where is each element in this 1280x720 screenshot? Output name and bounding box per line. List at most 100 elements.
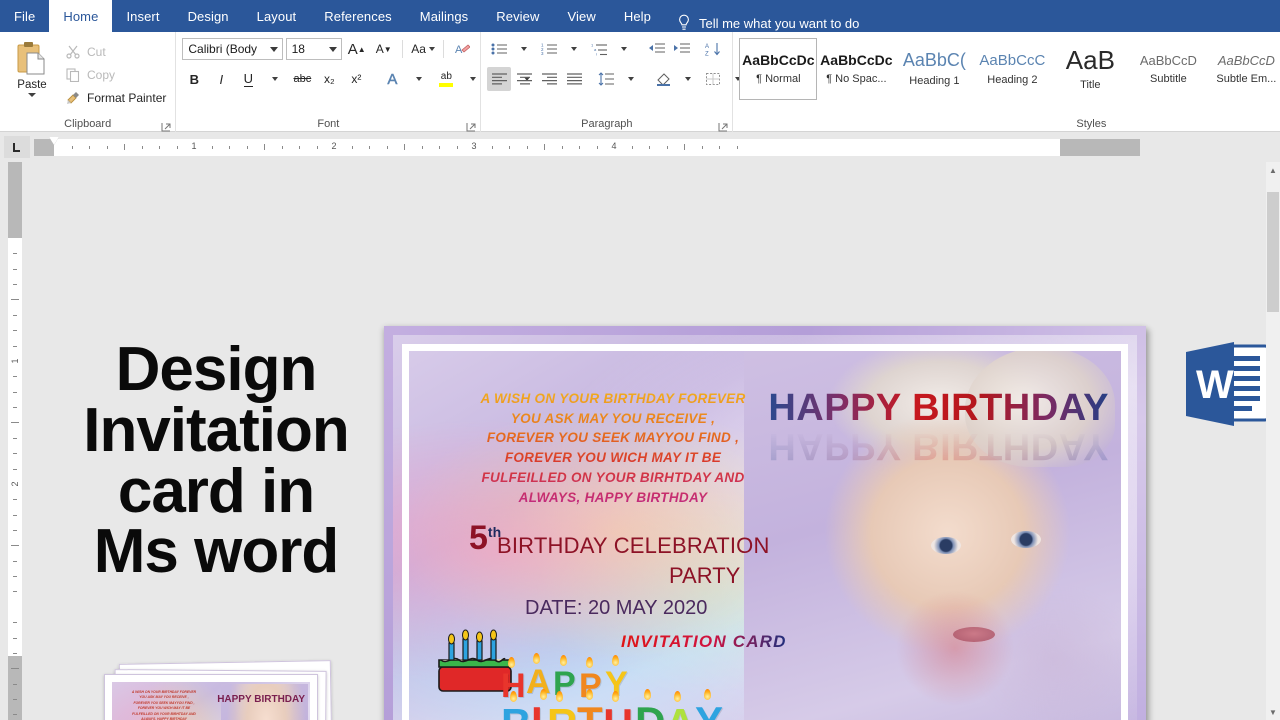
tab-insert[interactable]: Insert: [112, 0, 173, 32]
document-workspace: 12 Design Invitation card in Ms word A W…: [0, 162, 1280, 720]
grow-font-button[interactable]: A ▲: [345, 37, 369, 61]
first-line-indent-marker[interactable]: [49, 136, 59, 145]
sort-button[interactable]: AZ: [701, 37, 725, 61]
style-name: Heading 1: [909, 75, 960, 87]
tab-layout[interactable]: Layout: [243, 0, 311, 32]
style-heading-2[interactable]: AaBbCcC Heading 2: [973, 38, 1051, 100]
subscript-button[interactable]: x₂: [317, 67, 341, 91]
vertical-scrollbar[interactable]: ▲ ▼: [1266, 162, 1280, 720]
invitation-card[interactable]: A WISH ON YOUR BIRTHDAY FOREVER YOU ASK …: [384, 326, 1146, 720]
text-effects-button[interactable]: A: [380, 67, 404, 91]
card-happy-birthday-heading: HAPPY BIRTHDAY: [768, 387, 1109, 429]
chevron-down-icon: [416, 77, 423, 81]
italic-button[interactable]: I: [209, 67, 233, 91]
font-name-combo[interactable]: Calibri (Body: [182, 38, 283, 60]
highlight-button[interactable]: ab: [434, 67, 458, 91]
style-subtle-emphasis[interactable]: AaBbCcD Subtle Em...: [1207, 38, 1280, 100]
tell-me-search[interactable]: Tell me what you want to do: [677, 14, 859, 32]
style-subtitle[interactable]: AaBbCcD Subtitle: [1129, 38, 1207, 100]
copy-label: Copy: [87, 68, 116, 82]
style-no-spacing[interactable]: AaBbCcDc ¶ No Spac...: [817, 38, 895, 100]
document-page[interactable]: Design Invitation card in Ms word A WISH…: [26, 162, 1280, 720]
ruler-tick: [456, 145, 458, 149]
chevron-down-icon: [621, 47, 628, 51]
align-right-button[interactable]: [537, 67, 561, 91]
multilevel-options-button[interactable]: [612, 37, 636, 61]
tell-me-label: Tell me what you want to do: [698, 15, 860, 31]
change-case-button[interactable]: Aa: [409, 37, 438, 61]
bullets-button[interactable]: [487, 37, 511, 61]
strikethrough-button[interactable]: abc: [290, 67, 314, 91]
cut-button[interactable]: Cut: [62, 42, 169, 62]
ruler-tick: [439, 145, 440, 149]
highlight-label: ab: [440, 70, 452, 82]
justify-button[interactable]: [562, 67, 586, 91]
font-size-combo[interactable]: 18: [285, 38, 342, 60]
tab-label: Review: [496, 8, 540, 24]
underline-button[interactable]: U: [236, 67, 260, 91]
style-normal[interactable]: AaBbCcDc ¶ Normal: [739, 38, 818, 100]
text-effects-options-button[interactable]: [407, 67, 431, 91]
bullets-options-button[interactable]: [512, 37, 536, 61]
superscript-button[interactable]: x²: [344, 67, 368, 91]
card-content: A WISH ON YOUR BIRTHDAY FOREVER YOU ASK …: [409, 351, 1121, 720]
horizontal-ruler[interactable]: 1 2 3 4: [34, 136, 1140, 156]
clear-formatting-button[interactable]: A: [450, 37, 474, 61]
paste-button[interactable]: Paste: [6, 38, 58, 108]
vruler-tick: [11, 545, 19, 547]
card-thumbnail-stack[interactable]: A WISH ON YOUR BIRTHDAY FOREVER YOU ASK M…: [104, 660, 336, 720]
overlay-title-line: Design: [115, 335, 318, 404]
clipboard-dialog-launcher[interactable]: [161, 119, 171, 132]
ruler-number: 1: [191, 140, 197, 151]
copy-button[interactable]: Copy: [62, 65, 169, 85]
tab-references[interactable]: References: [310, 0, 405, 32]
numbering-options-button[interactable]: [562, 37, 586, 61]
font-dialog-launcher[interactable]: [466, 119, 476, 132]
format-painter-button[interactable]: Format Painter: [62, 88, 169, 108]
paragraph-dialog-launcher[interactable]: [718, 119, 728, 132]
tab-mailings[interactable]: Mailings: [406, 0, 482, 32]
vruler-tick: [13, 253, 17, 255]
multilevel-list-button[interactable]: 1ai: [587, 37, 611, 61]
align-left-button[interactable]: [487, 67, 512, 91]
increase-indent-button[interactable]: [669, 37, 693, 61]
shading-button[interactable]: [651, 67, 675, 91]
vertical-ruler[interactable]: 12: [8, 162, 22, 720]
ruler-tick: [106, 145, 108, 149]
align-center-button[interactable]: [512, 67, 536, 91]
tab-review[interactable]: Review: [482, 0, 553, 32]
vruler-tick: [13, 314, 17, 316]
tab-view[interactable]: View: [553, 0, 609, 32]
ribbon: Paste Cut Copy Format Painter Clipboard …: [0, 32, 1280, 132]
tab-design[interactable]: Design: [174, 0, 243, 32]
style-heading-1[interactable]: AaBbC( Heading 1: [895, 38, 973, 100]
paste-label: Paste: [17, 79, 47, 91]
chevron-down-icon: [428, 47, 435, 51]
vruler-tick: [13, 714, 17, 716]
ruler-tick: [141, 145, 143, 149]
shrink-font-button[interactable]: A ▼: [372, 37, 396, 61]
overlay-title-line: Ms word: [93, 517, 339, 587]
underline-options-button[interactable]: [263, 67, 287, 91]
tab-help[interactable]: Help: [610, 0, 665, 32]
numbering-button[interactable]: 123: [537, 37, 561, 61]
style-preview: AaBbCcC: [979, 51, 1046, 69]
borders-button[interactable]: [701, 67, 725, 91]
candle-flame-icon: [704, 689, 712, 700]
style-name: Heading 2: [987, 73, 1038, 86]
line-spacing-options-button[interactable]: [619, 67, 643, 91]
scroll-up-arrow[interactable]: ▲: [1266, 162, 1280, 178]
thumbnail-front[interactable]: A WISH ON YOUR BIRTHDAY FOREVER YOU ASK M…: [104, 674, 318, 720]
line-spacing-button[interactable]: [594, 67, 618, 91]
tab-home[interactable]: Home: [49, 0, 113, 32]
chevron-down-icon[interactable]: [28, 93, 36, 97]
tab-file[interactable]: File: [0, 0, 49, 32]
scrollbar-thumb[interactable]: [1267, 192, 1279, 312]
scroll-down-arrow[interactable]: ▼: [1266, 704, 1280, 720]
tab-stop-selector[interactable]: [4, 136, 30, 158]
shading-options-button[interactable]: [676, 67, 700, 91]
bold-button[interactable]: B: [182, 67, 206, 91]
style-title[interactable]: AaB Title: [1051, 38, 1129, 100]
ruler-tick: [351, 145, 353, 149]
decrease-indent-button[interactable]: [644, 37, 668, 61]
